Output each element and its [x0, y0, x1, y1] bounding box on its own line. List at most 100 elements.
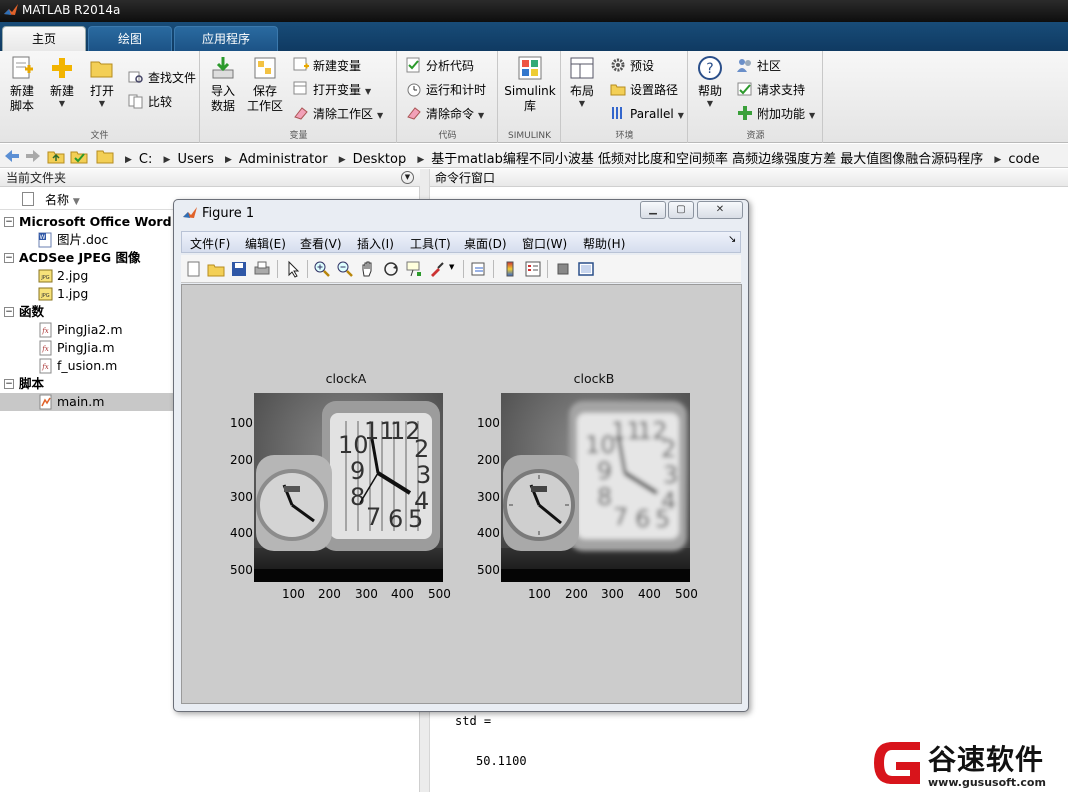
menu-window[interactable]: 窗口(W): [522, 235, 567, 252]
maximize-button[interactable]: ▢: [668, 201, 694, 219]
x-tick-label: 500: [675, 587, 698, 601]
new-script-button[interactable]: 新建 脚本: [6, 55, 38, 114]
simulink-library-button[interactable]: Simulink 库: [503, 55, 557, 114]
menu-dock-arrow-icon[interactable]: ↘: [728, 234, 736, 245]
new-variable-button[interactable]: 新建变量: [293, 56, 361, 76]
name-column-header[interactable]: 名称 ▼: [45, 191, 80, 208]
breadcrumb-item[interactable]: 基于matlab编程不同小波基 低频对比度和空间频率 高频边缘强度方差 最大值图…: [431, 152, 983, 167]
menu-help[interactable]: 帮助(H): [583, 235, 625, 252]
brush-icon[interactable]: [428, 260, 446, 278]
clear-workspace-icon: [294, 107, 308, 120]
figure-toolbar: ▼: [181, 255, 741, 283]
link-plot-icon[interactable]: [470, 260, 488, 278]
image-clock-b[interactable]: 10 11 12 2 3 4 9 8 7 6 5: [501, 393, 690, 582]
show-plot-tools-icon[interactable]: [577, 260, 595, 278]
import-data-button[interactable]: 导入 数据: [207, 55, 239, 114]
compare-button[interactable]: 比较: [128, 92, 172, 112]
layout-label: 布局: [569, 84, 594, 98]
file-name: PingJia.m: [57, 340, 115, 355]
address-bar: ▶ C: ▶ Users ▶ Administrator ▶ Desktop ▶ 基于ma…: [0, 144, 1068, 168]
open-button[interactable]: 打开 ▼: [86, 55, 118, 109]
clear-workspace-arrow-icon[interactable]: ▼: [377, 111, 383, 120]
community-label: 社区: [757, 59, 782, 73]
parallel-button[interactable]: Parallel ▼: [610, 104, 684, 124]
print-icon[interactable]: [253, 260, 271, 278]
menu-file[interactable]: 文件(F): [190, 235, 230, 252]
hide-plot-tools-icon[interactable]: [554, 260, 572, 278]
save-icon[interactable]: [230, 260, 248, 278]
pan-hand-icon[interactable]: [359, 260, 377, 278]
clear-commands-button[interactable]: 清除命令 ▼: [406, 104, 484, 124]
menu-edit[interactable]: 编辑(E): [245, 235, 286, 252]
rotate-3d-icon[interactable]: [382, 260, 400, 278]
zoom-in-icon[interactable]: [313, 260, 331, 278]
clear-workspace-button[interactable]: 清除工作区 ▼: [293, 104, 383, 124]
breadcrumb-item[interactable]: code: [1008, 152, 1039, 167]
collapse-minus-icon[interactable]: −: [4, 307, 14, 317]
forward-arrow-icon[interactable]: [24, 147, 42, 165]
open-file-icon[interactable]: [207, 260, 225, 278]
menu-insert[interactable]: 插入(I): [357, 235, 394, 252]
new-figure-icon[interactable]: [185, 260, 203, 278]
layout-button[interactable]: 布局 ▼: [566, 55, 598, 109]
breadcrumb: ▶ C: ▶ Users ▶ Administrator ▶ Desktop ▶ 基于ma…: [118, 148, 1040, 167]
find-files-button[interactable]: 查找文件: [128, 68, 196, 88]
community-button[interactable]: 社区: [737, 56, 781, 76]
run-and-time-button[interactable]: 运行和计时: [406, 80, 486, 100]
tab-plots[interactable]: 绘图: [88, 26, 172, 51]
set-path-button[interactable]: 设置路径: [610, 80, 678, 100]
preferences-button[interactable]: 预设: [610, 56, 654, 76]
help-dropdown-arrow-icon[interactable]: ▼: [695, 99, 725, 109]
clear-commands-arrow-icon[interactable]: ▼: [478, 111, 484, 120]
open-dropdown-arrow-icon[interactable]: ▼: [86, 99, 118, 109]
image-clock-a[interactable]: 10 11 12 2 3 4 9 8 7 6 5: [254, 393, 443, 582]
menu-desktop[interactable]: 桌面(D): [464, 235, 507, 252]
svg-text:6: 6: [635, 505, 650, 533]
x-tick-label: 200: [318, 587, 341, 601]
x-tick-label: 400: [391, 587, 414, 601]
close-button[interactable]: ✕: [697, 201, 743, 219]
breadcrumb-item[interactable]: Users: [177, 152, 213, 167]
brush-dropdown-arrow-icon[interactable]: ▼: [449, 263, 454, 271]
compare-icon: [128, 94, 143, 109]
menu-tools[interactable]: 工具(T): [410, 235, 451, 252]
data-cursor-icon[interactable]: [405, 260, 423, 278]
back-arrow-icon[interactable]: [3, 147, 21, 165]
legend-icon[interactable]: [524, 260, 542, 278]
analyze-code-button[interactable]: 分析代码: [406, 56, 474, 76]
addons-button[interactable]: 附加功能 ▼: [737, 104, 815, 124]
addons-arrow-icon[interactable]: ▼: [809, 111, 815, 120]
breadcrumb-item[interactable]: Desktop: [353, 152, 407, 167]
collapse-minus-icon[interactable]: −: [4, 217, 14, 227]
collapse-minus-icon[interactable]: −: [4, 253, 14, 263]
browse-folder-icon[interactable]: [70, 147, 88, 165]
collapse-minus-icon[interactable]: −: [4, 379, 14, 389]
breadcrumb-item[interactable]: Administrator: [239, 152, 328, 167]
breadcrumb-separator-icon: ▶: [994, 155, 1002, 165]
tab-home[interactable]: 主页: [2, 26, 86, 51]
pointer-icon[interactable]: [284, 260, 302, 278]
up-folder-icon[interactable]: [47, 147, 65, 165]
figure-window[interactable]: Figure 1 ▁ ▢ ✕ 文件(F) 编辑(E) 查看(V) 插入(I) 工…: [173, 199, 749, 712]
save-workspace-button[interactable]: 保存 工作区: [245, 55, 285, 114]
tab-apps[interactable]: 应用程序: [174, 26, 278, 51]
output-variable-line: std =: [455, 714, 492, 728]
parallel-arrow-icon[interactable]: ▼: [678, 111, 684, 120]
figure-canvas[interactable]: clockA 10 11 12 2 3 4 9 8 7 6 5 100 200 …: [181, 284, 742, 704]
word-doc-icon: W: [38, 232, 52, 248]
panel-menu-icon[interactable]: ▼: [401, 171, 414, 184]
menu-view[interactable]: 查看(V): [300, 235, 342, 252]
layout-dropdown-arrow-icon[interactable]: ▼: [566, 99, 598, 109]
zoom-out-icon[interactable]: [336, 260, 354, 278]
minimize-button[interactable]: ▁: [640, 201, 666, 219]
help-button[interactable]: ? 帮助 ▼: [695, 55, 725, 109]
request-support-button[interactable]: 请求支持: [737, 80, 805, 100]
new-dropdown-arrow-icon[interactable]: ▼: [46, 99, 78, 109]
open-variable-button[interactable]: 打开变量 ▼: [293, 80, 371, 100]
breadcrumb-item[interactable]: C:: [139, 152, 152, 167]
colorbar-icon[interactable]: [501, 260, 519, 278]
open-variable-arrow-icon[interactable]: ▼: [365, 87, 371, 96]
new-button[interactable]: 新建 ▼: [46, 55, 78, 109]
set-path-icon: [610, 84, 626, 96]
new-variable-label: 新建变量: [313, 59, 362, 73]
